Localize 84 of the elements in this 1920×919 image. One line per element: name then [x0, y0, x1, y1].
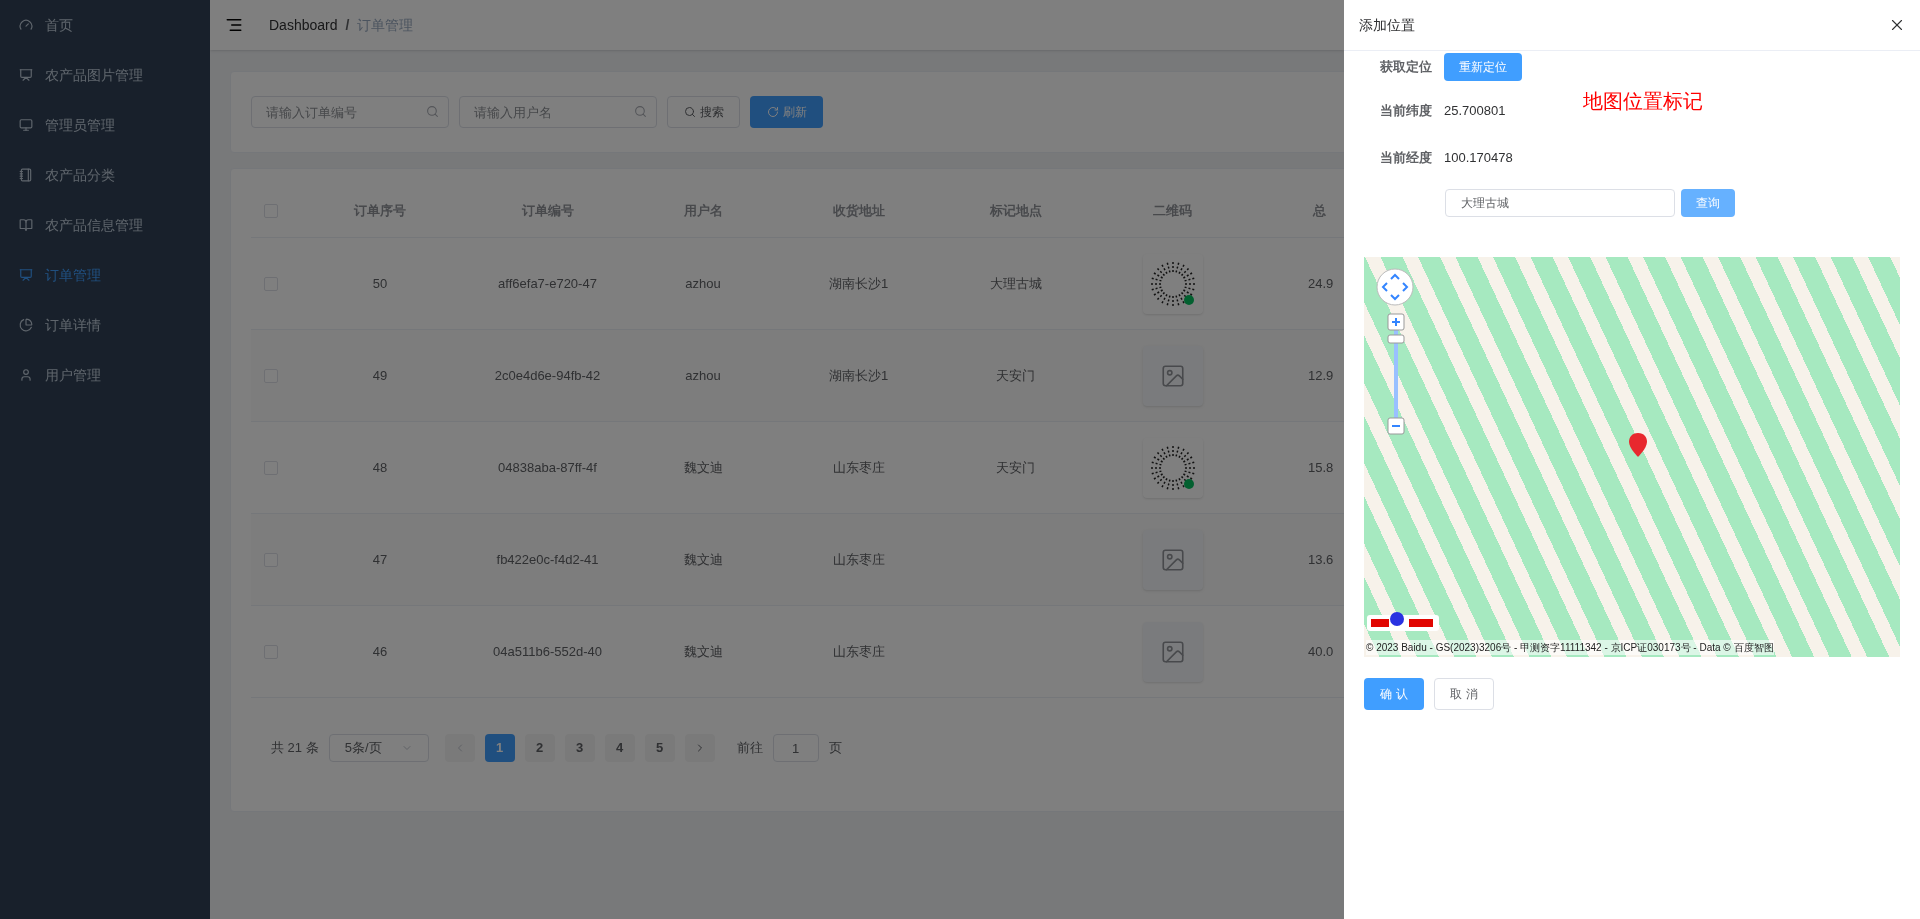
image-icon — [1159, 362, 1186, 389]
map-heading: 地图位置标记 — [1583, 89, 1703, 114]
gauge-icon — [19, 18, 33, 32]
monitor-icon — [19, 118, 33, 132]
easel-icon — [19, 268, 33, 282]
easel-icon — [19, 68, 33, 82]
sidebar-item[interactable]: 管理员管理 — [0, 100, 210, 150]
page-button[interactable]: 5 — [644, 734, 675, 762]
total-count: 共 21 条 — [271, 739, 319, 758]
table-cell-text: 魏文迪 — [683, 458, 723, 477]
table-cell-text: fb422e0c-f4d2-41 — [496, 550, 599, 569]
image-icon — [1159, 546, 1186, 573]
table-cell-text: aff6efa7-e720-47 — [498, 274, 597, 293]
zoom-control[interactable] — [1387, 313, 1405, 435]
table-cell-text: 50 — [372, 274, 388, 293]
table-cell-text: 47 — [372, 550, 388, 569]
table-cell-text: 山东枣庄 — [832, 550, 885, 569]
table-cell-text: 2c0e4d6e-94fb-42 — [494, 366, 601, 385]
longitude-value: 100.170478 — [1444, 149, 1513, 168]
map-pin-icon — [1628, 433, 1648, 457]
notebook-icon — [19, 168, 33, 182]
map-attribution: © 2023 Baidu - GS(2023)3206号 - 甲测资字11111342 - 京ICP证030173号 - Data © 百度智图 — [1366, 640, 1774, 655]
table-cell-text: 山东枣庄 — [832, 642, 885, 661]
search-icon — [634, 105, 647, 118]
breadcrumb-separator: / — [345, 15, 350, 35]
page-button[interactable]: 2 — [524, 734, 555, 762]
refresh-button[interactable]: 刷新 — [750, 96, 823, 128]
next-page-button[interactable] — [684, 734, 715, 762]
table-cell-text: 12.9 — [1308, 366, 1334, 385]
table-cell-text: 大理古城 — [989, 274, 1042, 293]
pie-chart-icon — [19, 318, 33, 332]
sidebar-item[interactable]: 农产品信息管理 — [0, 200, 210, 250]
table-cell-text: 天安门 — [996, 366, 1035, 385]
relocate-button[interactable]: 重新定位 — [1444, 53, 1522, 81]
search-icon — [426, 105, 439, 118]
search-icon — [683, 106, 696, 118]
sidebar-item[interactable]: 订单详情 — [0, 300, 210, 350]
place-search-field[interactable]: 大理古城 — [1445, 189, 1675, 217]
table-cell-text: 40.0 — [1308, 642, 1334, 661]
menu-icon[interactable] — [225, 16, 243, 34]
table-cell-text: 13.6 — [1308, 550, 1334, 569]
table-cell-text: 24.9 — [1308, 274, 1334, 293]
table-cell-text: azhou — [685, 274, 721, 293]
sidebar-item[interactable]: 农产品图片管理 — [0, 50, 210, 100]
table-cell-text: 山东枣庄 — [832, 458, 885, 477]
map-logo-icon — [1367, 611, 1439, 633]
form-label: 获取定位 — [1379, 58, 1433, 77]
table-cell-text: 49 — [372, 366, 388, 385]
sidebar-item[interactable]: 首页 — [0, 0, 210, 50]
form-label: 当前经度 — [1379, 149, 1433, 168]
latitude-value: 25.700801 — [1444, 102, 1507, 121]
refresh-icon — [766, 106, 779, 118]
book-icon — [19, 218, 33, 232]
image-icon — [1159, 638, 1186, 665]
page-input[interactable]: 1 — [772, 734, 819, 762]
table-cell-text: 湖南长沙1 — [828, 274, 889, 293]
page-button[interactable]: 4 — [604, 734, 635, 762]
page-button[interactable]: 3 — [564, 734, 595, 762]
table-cell-text: 15.8 — [1308, 458, 1334, 477]
table-cell-text: 天安门 — [996, 458, 1035, 477]
goto-label: 前往 — [736, 739, 763, 758]
sidebar-item[interactable]: 用户管理 — [0, 350, 210, 400]
page-button[interactable]: 1 — [484, 734, 515, 762]
user-icon — [19, 368, 33, 382]
goto-suffix: 页 — [828, 739, 842, 758]
search-button[interactable]: 搜索 — [667, 96, 740, 128]
form-label: 当前纬度 — [1379, 102, 1433, 121]
table-cell-text: 04a511b6-552d-40 — [493, 642, 602, 661]
table-cell-text: 魏文迪 — [683, 550, 723, 569]
table-cell-text: 46 — [372, 642, 388, 661]
pan-control-icon[interactable] — [1375, 267, 1415, 307]
page-size-select[interactable]: 5条/页 — [328, 734, 429, 762]
cancel-button[interactable]: 取 消 — [1434, 678, 1494, 710]
drawer-title: 添加位置 — [1359, 15, 1415, 35]
table-cell-text: azhou — [685, 366, 721, 385]
sidebar-item[interactable]: 农产品分类 — [0, 150, 210, 200]
table-cell-text: 04838aba-87ff-4f — [498, 458, 597, 477]
query-button[interactable]: 查询 — [1681, 189, 1735, 217]
confirm-button[interactable]: 确 认 — [1364, 678, 1424, 710]
table-cell-text: 48 — [372, 458, 388, 477]
table-cell-text: 魏文迪 — [683, 642, 723, 661]
sidebar-item[interactable]: 订单管理 — [0, 250, 210, 300]
table-cell-text: 湖南长沙1 — [828, 366, 889, 385]
breadcrumb-item[interactable]: Dashboard — [269, 14, 338, 36]
